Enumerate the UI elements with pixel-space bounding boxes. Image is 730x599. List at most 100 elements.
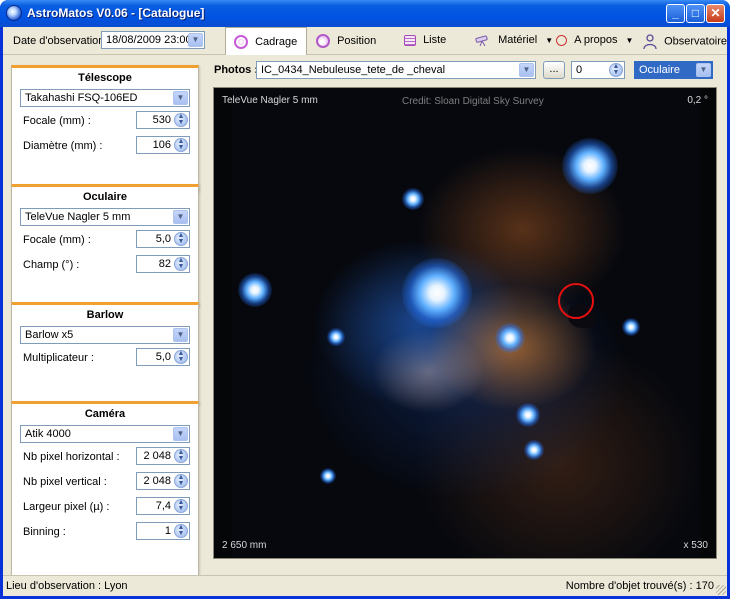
field-label: Largeur pixel (µ) :: [23, 501, 110, 513]
resize-grip-icon[interactable]: [716, 585, 726, 595]
tab-observatoire[interactable]: Observatoire: [643, 27, 729, 55]
tab-position[interactable]: Position: [308, 27, 388, 55]
tab-liste[interactable]: Liste: [398, 27, 478, 55]
telescope-icon: [475, 35, 488, 47]
date-label: Date d'observation :: [13, 35, 111, 47]
spin-arrows-icon[interactable]: ▲ ▼: [174, 499, 188, 513]
stepper-value: 82: [158, 258, 171, 270]
status-bar: Lieu d'observation : Lyon Nombre d'objet…: [3, 575, 727, 596]
stepper-value: 2 048: [143, 450, 171, 462]
telescope-diametre-stepper[interactable]: 106 ▲ ▼: [136, 136, 190, 154]
stepper-value: 1: [164, 525, 171, 537]
barlow-multiplicateur-stepper[interactable]: 5,0 ▲ ▼: [136, 348, 190, 366]
oculaire-champ-stepper[interactable]: 82 ▲ ▼: [136, 255, 190, 273]
close-button[interactable]: ✕: [706, 4, 725, 23]
app-window: AstroMatos V0.06 - [Catalogue] _ □ ✕ Dat…: [0, 0, 730, 599]
star: [320, 468, 336, 484]
camera-select[interactable]: Atik 4000 ▼: [20, 425, 190, 443]
dropdown-caret-icon[interactable]: ▼: [626, 36, 634, 45]
info-icon: [556, 34, 567, 46]
select-value: TeleVue Nagler 5 mm: [25, 211, 131, 223]
spin-arrows-icon[interactable]: ▲ ▼: [174, 524, 188, 538]
field-label: Diamètre (mm) :: [23, 140, 103, 152]
field-label: Nb pixel horizontal :: [23, 451, 120, 463]
spin-arrows-icon[interactable]: ▲ ▼: [174, 257, 188, 271]
spin-arrows-icon[interactable]: ▲ ▼: [174, 113, 188, 127]
stepper-value: 530: [152, 114, 171, 126]
panel-title: Caméra: [84, 408, 126, 420]
chevron-down-icon[interactable]: ▼: [188, 33, 203, 47]
field-label: Binning :: [23, 526, 66, 538]
star: [622, 318, 640, 336]
window-title: AstroMatos V0.06 - [Catalogue]: [27, 6, 205, 20]
chevron-down-icon[interactable]: ▼: [173, 427, 188, 441]
star: [516, 403, 540, 427]
title-bar[interactable]: AstroMatos V0.06 - [Catalogue] _ □ ✕: [0, 0, 730, 27]
barlow-select[interactable]: Barlow x5 ▼: [20, 326, 190, 344]
image-viewer[interactable]: TeleVue Nagler 5 mm Credit: Sloan Digita…: [213, 87, 717, 559]
star: [562, 138, 618, 194]
tab-a-propos[interactable]: A propos ▼: [556, 27, 633, 55]
tab-cadrage[interactable]: Cadrage: [225, 27, 307, 55]
oculaire-focale-stepper[interactable]: 5,0 ▲ ▼: [136, 230, 190, 248]
toolbar: Date d'observation : 18/08/2009 23:00 ▼ …: [3, 27, 727, 55]
spin-arrows-icon[interactable]: ▲ ▼: [174, 350, 188, 364]
star: [402, 258, 472, 328]
spin-arrows-icon[interactable]: ▲ ▼: [609, 63, 623, 77]
view-mode-select[interactable]: Oculaire ▼: [634, 61, 713, 79]
tab-materiel[interactable]: Matériel ▼: [475, 27, 555, 55]
chevron-down-icon[interactable]: ▼: [696, 63, 711, 77]
stepper-value: 5,0: [155, 351, 171, 363]
eyepiece-target-circle[interactable]: [558, 283, 594, 319]
tab-label: Liste: [423, 34, 447, 47]
stepper-value: 2 048: [143, 475, 171, 487]
camera-largeur-stepper[interactable]: 7,4 ▲ ▼: [136, 497, 190, 515]
tab-label: Observatoire: [664, 35, 728, 48]
nebula-image: [232, 88, 700, 558]
stepper-value: 7,4: [155, 500, 171, 512]
panel-title: Barlow: [86, 309, 124, 321]
viewer-field-angle: 0,2 °: [687, 95, 708, 106]
telescope-select[interactable]: Takahashi FSQ-106ED ▼: [20, 89, 190, 107]
dropdown-caret-icon[interactable]: ▼: [545, 36, 553, 45]
chevron-down-icon[interactable]: ▼: [519, 63, 534, 77]
form-row: Multiplicateur : 5,0 ▲ ▼: [12, 347, 198, 369]
star: [327, 328, 345, 346]
form-row: Focale (mm) : 5,0 ▲ ▼: [12, 229, 198, 251]
spin-arrows-icon[interactable]: ▲ ▼: [174, 138, 188, 152]
star: [524, 440, 544, 460]
field-label: Champ (°) :: [23, 259, 80, 271]
maximize-button[interactable]: □: [686, 4, 705, 23]
select-value: IC_0434_Nebuleuse_tete_de _cheval: [261, 64, 446, 76]
chevron-down-icon[interactable]: ▼: [173, 328, 188, 342]
stepper-value: 106: [152, 139, 171, 151]
oculaire-panel: Oculaire TeleVue Nagler 5 mm ▼ Focale (m…: [11, 184, 199, 307]
list-icon: [404, 34, 416, 46]
oculaire-select[interactable]: TeleVue Nagler 5 mm ▼: [20, 208, 190, 226]
field-label: Multiplicateur :: [23, 352, 94, 364]
panel-title: Télescope: [78, 72, 132, 84]
viewer-magnification: x 530: [683, 540, 708, 551]
spin-arrows-icon[interactable]: ▲ ▼: [174, 232, 188, 246]
select-value: Atik 4000: [25, 428, 71, 440]
select-value: Takahashi FSQ-106ED: [25, 92, 138, 104]
camera-binning-stepper[interactable]: 1 ▲ ▼: [136, 522, 190, 540]
chevron-down-icon[interactable]: ▼: [173, 91, 188, 105]
viewer-eyepiece-name: TeleVue Nagler 5 mm: [222, 95, 318, 106]
form-row: Diamètre (mm) : 106 ▲ ▼: [12, 135, 198, 157]
client-area: Date d'observation : 18/08/2009 23:00 ▼ …: [3, 27, 727, 596]
camera-pixel-h-stepper[interactable]: 2 048 ▲ ▼: [136, 447, 190, 465]
spin-arrows-icon[interactable]: ▲ ▼: [174, 474, 188, 488]
select-value: Oculaire: [639, 64, 680, 76]
spin-arrows-icon[interactable]: ▲ ▼: [174, 449, 188, 463]
minimize-button[interactable]: _: [666, 4, 685, 23]
telescope-focale-stepper[interactable]: 530 ▲ ▼: [136, 111, 190, 129]
star: [402, 188, 424, 210]
camera-pixel-v-stepper[interactable]: 2 048 ▲ ▼: [136, 472, 190, 490]
photo-select[interactable]: IC_0434_Nebuleuse_tete_de _cheval ▼: [256, 61, 536, 79]
chevron-down-icon[interactable]: ▼: [173, 210, 188, 224]
tab-label: A propos: [574, 34, 618, 47]
date-picker[interactable]: 18/08/2009 23:00 ▼: [101, 31, 205, 49]
rotation-angle-stepper[interactable]: 0 ▲ ▼: [571, 61, 625, 79]
browse-button[interactable]: ...: [543, 61, 565, 79]
